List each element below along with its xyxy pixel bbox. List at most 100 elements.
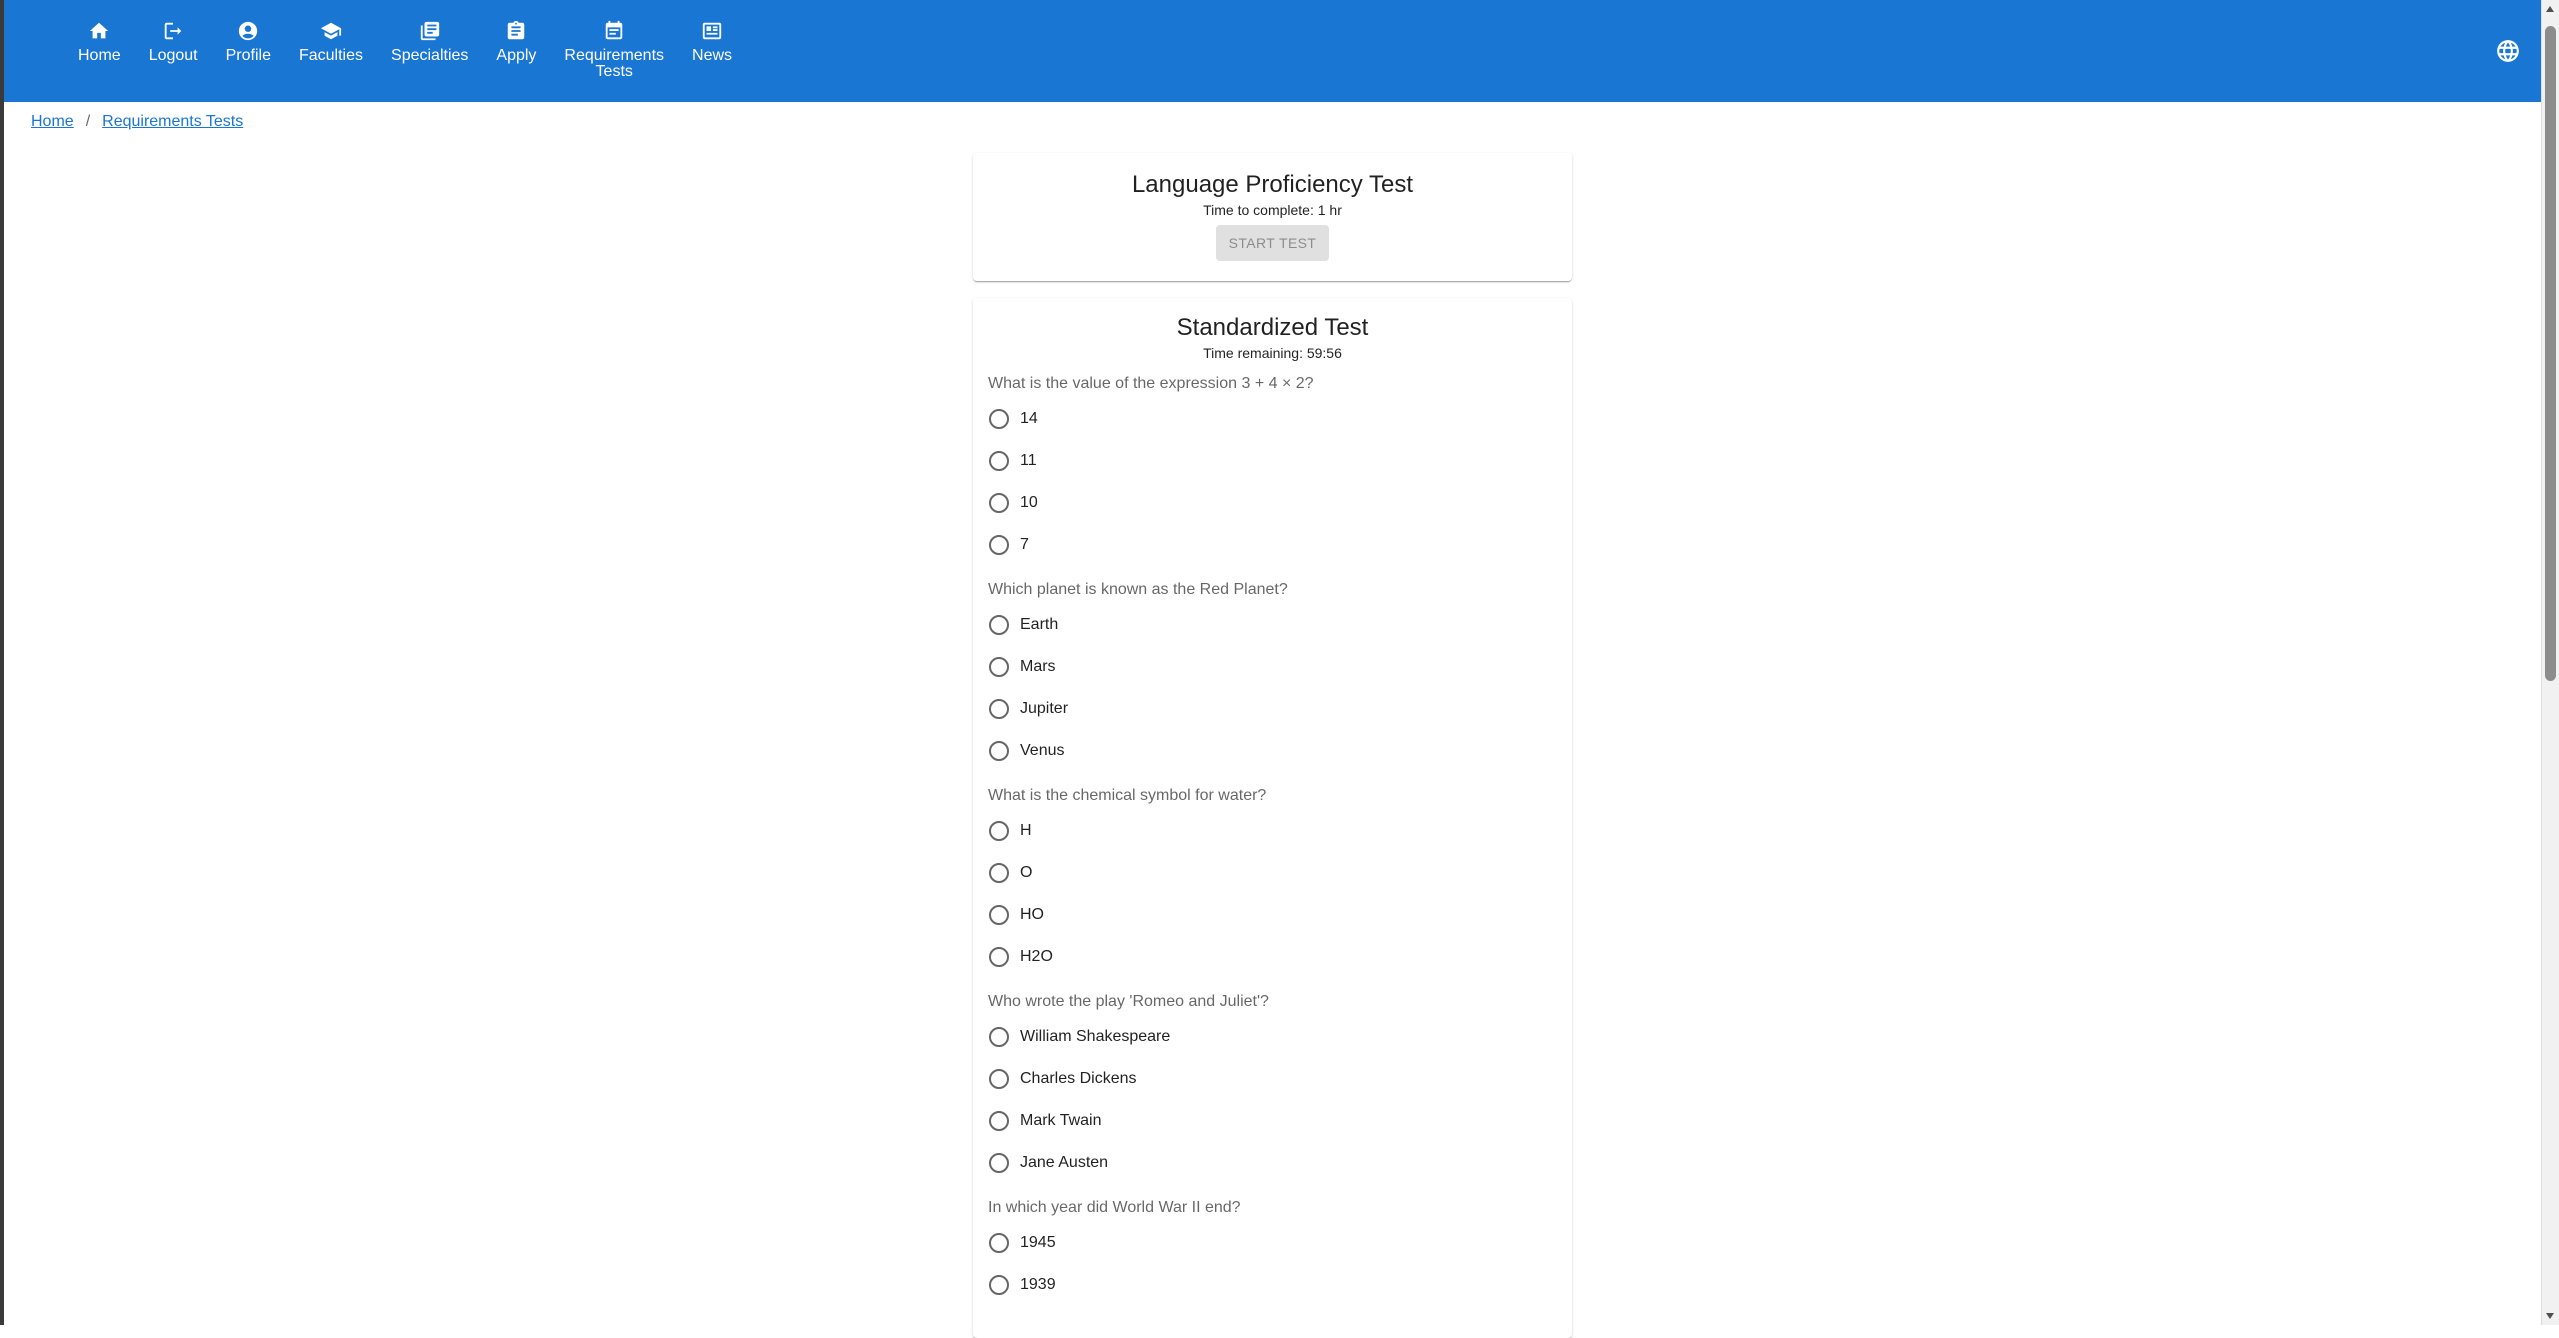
nav-apply[interactable]: Apply bbox=[482, 0, 550, 102]
question-text: Which planet is known as the Red Planet? bbox=[988, 581, 1288, 598]
answer-option[interactable]: Mark Twain bbox=[988, 1100, 1557, 1142]
answer-option[interactable]: Charles Dickens bbox=[988, 1058, 1557, 1100]
newspaper-icon bbox=[701, 20, 723, 42]
time-remaining: Time remaining: 59:56 bbox=[1203, 345, 1342, 361]
answer-option[interactable]: Mars bbox=[988, 646, 1557, 688]
radio-button[interactable] bbox=[989, 409, 1009, 429]
radio-button[interactable] bbox=[989, 741, 1009, 761]
answer-label: 11 bbox=[1020, 452, 1037, 469]
home-icon bbox=[88, 20, 110, 42]
radio-button[interactable] bbox=[989, 1069, 1009, 1089]
nav-faculties-label: Faculties bbox=[298, 47, 364, 64]
radio-button[interactable] bbox=[989, 699, 1009, 719]
answer-option[interactable]: Jane Austen bbox=[988, 1142, 1557, 1184]
radio-button[interactable] bbox=[989, 1275, 1009, 1295]
radio-button[interactable] bbox=[989, 821, 1009, 841]
answer-option[interactable]: 14 bbox=[988, 398, 1557, 440]
answer-option[interactable]: 1945 bbox=[988, 1222, 1557, 1264]
answer-option[interactable]: O bbox=[988, 852, 1557, 894]
scroll-down-arrow-icon[interactable] bbox=[2546, 1313, 2554, 1319]
app-bar: Home Logout Profile Faculties Specialtie… bbox=[4, 0, 2541, 102]
answer-option[interactable]: 10 bbox=[988, 482, 1557, 524]
nav-news-label: News bbox=[692, 47, 733, 64]
nav-faculties[interactable]: Faculties bbox=[285, 0, 377, 102]
nav-profile-label: Profile bbox=[225, 47, 271, 64]
question: What is the value of the expression 3 + … bbox=[988, 374, 1557, 566]
question-text: What is the chemical symbol for water? bbox=[988, 787, 1267, 804]
radio-button[interactable] bbox=[989, 493, 1009, 513]
radio-button[interactable] bbox=[989, 1027, 1009, 1047]
answer-option[interactable]: Earth bbox=[988, 604, 1557, 646]
nav-home[interactable]: Home bbox=[64, 0, 135, 102]
radio-button[interactable] bbox=[989, 451, 1009, 471]
breadcrumb: Home / Requirements Tests bbox=[31, 113, 243, 131]
nav-news[interactable]: News bbox=[678, 0, 746, 102]
answer-option[interactable]: William Shakespeare bbox=[988, 1016, 1557, 1058]
nav-logout-label: Logout bbox=[148, 47, 198, 64]
radio-button[interactable] bbox=[989, 1153, 1009, 1173]
answer-label: O bbox=[1020, 864, 1033, 881]
logout-icon bbox=[162, 20, 184, 42]
question: What is the chemical symbol for water? H… bbox=[988, 786, 1557, 978]
radio-button[interactable] bbox=[989, 657, 1009, 677]
answer-option[interactable]: H2O bbox=[988, 936, 1557, 978]
radio-button[interactable] bbox=[989, 905, 1009, 925]
language-test-title: Language Proficiency Test bbox=[1131, 171, 1414, 198]
question-text: What is the value of the expression 3 + … bbox=[988, 375, 1314, 392]
language-test-time: Time to complete: 1 hr bbox=[1203, 202, 1342, 218]
radio-button[interactable] bbox=[989, 947, 1009, 967]
nav-logout[interactable]: Logout bbox=[135, 0, 212, 102]
start-test-button[interactable]: START TEST bbox=[1216, 225, 1329, 261]
nav-requirements-tests[interactable]: Requirements Tests bbox=[550, 0, 678, 102]
nav-home-label: Home bbox=[78, 47, 121, 64]
answer-label: 7 bbox=[1020, 536, 1029, 553]
question: In which year did World War II end? 1945… bbox=[988, 1198, 1557, 1306]
main-nav: Home Logout Profile Faculties Specialtie… bbox=[64, 0, 746, 102]
answer-label: 1945 bbox=[1020, 1234, 1056, 1251]
answer-label: Venus bbox=[1020, 742, 1065, 759]
answer-option[interactable]: 11 bbox=[988, 440, 1557, 482]
scroll-up-arrow-icon[interactable] bbox=[2546, 6, 2554, 12]
answer-label: Mars bbox=[1020, 658, 1056, 675]
answer-option[interactable]: 1939 bbox=[988, 1264, 1557, 1306]
radio-button[interactable] bbox=[989, 1111, 1009, 1131]
nav-apply-label: Apply bbox=[496, 47, 537, 64]
scrollbar[interactable] bbox=[2541, 0, 2559, 1325]
question-text: In which year did World War II end? bbox=[988, 1199, 1241, 1216]
answer-label: Jane Austen bbox=[1020, 1154, 1109, 1171]
answer-label: 14 bbox=[1020, 410, 1038, 427]
question: Which planet is known as the Red Planet?… bbox=[988, 580, 1557, 772]
radio-button[interactable] bbox=[989, 1233, 1009, 1253]
standardized-test-card: Standardized Test Time remaining: 59:56 … bbox=[973, 298, 1572, 1338]
account-circle-icon bbox=[237, 20, 259, 42]
question-list: What is the value of the expression 3 + … bbox=[973, 374, 1572, 1306]
language-test-card: Language Proficiency Test Time to comple… bbox=[973, 153, 1572, 281]
answer-label: 10 bbox=[1020, 494, 1038, 511]
answer-option[interactable]: Jupiter bbox=[988, 688, 1557, 730]
nav-specialties-label: Specialties bbox=[391, 47, 469, 64]
breadcrumb-current-link[interactable]: Requirements Tests bbox=[102, 113, 243, 131]
assignment-icon bbox=[505, 20, 527, 42]
answer-option[interactable]: Venus bbox=[988, 730, 1557, 772]
radio-button[interactable] bbox=[989, 863, 1009, 883]
radio-button[interactable] bbox=[989, 535, 1009, 555]
globe-icon[interactable] bbox=[2495, 38, 2521, 64]
answer-option[interactable]: HO bbox=[988, 894, 1557, 936]
scrollbar-thumb[interactable] bbox=[2545, 26, 2556, 681]
question: Who wrote the play 'Romeo and Juliet'? W… bbox=[988, 992, 1557, 1184]
answer-option[interactable]: 7 bbox=[988, 524, 1557, 566]
library-books-icon bbox=[419, 20, 441, 42]
standardized-test-title: Standardized Test bbox=[1176, 314, 1369, 341]
answer-label: Jupiter bbox=[1020, 700, 1069, 717]
nav-specialties[interactable]: Specialties bbox=[377, 0, 482, 102]
event-note-icon bbox=[603, 20, 625, 42]
nav-requirements-tests-label: Requirements Tests bbox=[564, 47, 665, 80]
answer-label: Charles Dickens bbox=[1020, 1070, 1137, 1087]
answer-label: HO bbox=[1020, 906, 1044, 923]
radio-button[interactable] bbox=[989, 615, 1009, 635]
answer-label: Mark Twain bbox=[1020, 1112, 1102, 1129]
breadcrumb-home-link[interactable]: Home bbox=[31, 113, 74, 131]
nav-profile[interactable]: Profile bbox=[212, 0, 285, 102]
answer-label: 1939 bbox=[1020, 1276, 1056, 1293]
answer-option[interactable]: H bbox=[988, 810, 1557, 852]
